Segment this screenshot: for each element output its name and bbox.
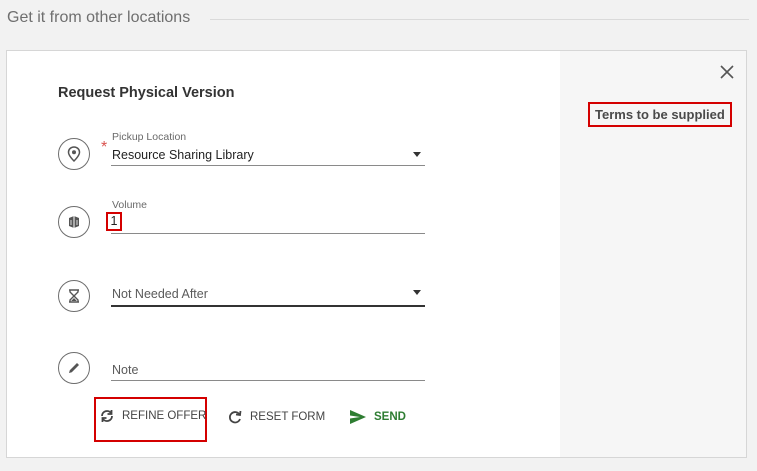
close-icon — [720, 65, 734, 79]
send-label: SEND — [374, 411, 406, 423]
volume-icon-circle — [58, 206, 90, 238]
section-divider — [210, 19, 749, 20]
send-icon — [350, 410, 366, 424]
volume-underline — [111, 233, 425, 234]
request-panel: Terms to be supplied Request Physical Ve… — [6, 50, 747, 458]
section-heading: Get it from other locations — [7, 9, 191, 26]
not-needed-after-field[interactable]: Not Needed After — [111, 283, 425, 305]
required-marker: * — [101, 139, 108, 156]
note-icon-circle — [58, 352, 90, 384]
send-button[interactable]: SEND — [349, 409, 406, 425]
note-underline — [111, 380, 425, 381]
pickup-icon-circle — [58, 138, 90, 170]
close-button[interactable] — [718, 63, 736, 81]
form-title: Request Physical Version — [58, 85, 235, 101]
map-pin-icon — [67, 146, 81, 162]
note-placeholder: Note — [112, 363, 139, 377]
pickup-location-select[interactable]: Resource Sharing Library — [111, 145, 425, 165]
reset-icon — [229, 410, 242, 424]
pencil-icon — [69, 363, 79, 373]
date-icon-circle — [58, 280, 90, 312]
refine-offer-button[interactable]: REFINE OFFER — [99, 408, 206, 424]
reset-form-button[interactable]: RESET FORM — [227, 409, 325, 425]
pickup-location-value: Resource Sharing Library — [112, 148, 254, 162]
refine-offer-label: REFINE OFFER — [122, 410, 207, 422]
not-needed-after-placeholder: Not Needed After — [112, 287, 208, 301]
hourglass-icon — [69, 289, 79, 303]
terms-sidebar: Terms to be supplied — [560, 51, 746, 457]
book-icon — [69, 216, 79, 228]
note-input[interactable]: Note — [111, 359, 425, 381]
volume-input[interactable]: 1 — [106, 212, 122, 231]
pickup-location-label: Pickup Location — [112, 131, 187, 143]
reset-form-label: RESET FORM — [250, 411, 326, 423]
refresh-icon — [101, 410, 113, 422]
terms-notice: Terms to be supplied — [588, 102, 732, 127]
pickup-location-underline — [111, 165, 425, 166]
chevron-down-icon — [413, 290, 421, 295]
not-needed-after-underline — [111, 305, 425, 307]
chevron-down-icon — [413, 152, 421, 157]
volume-label: Volume — [112, 199, 148, 211]
